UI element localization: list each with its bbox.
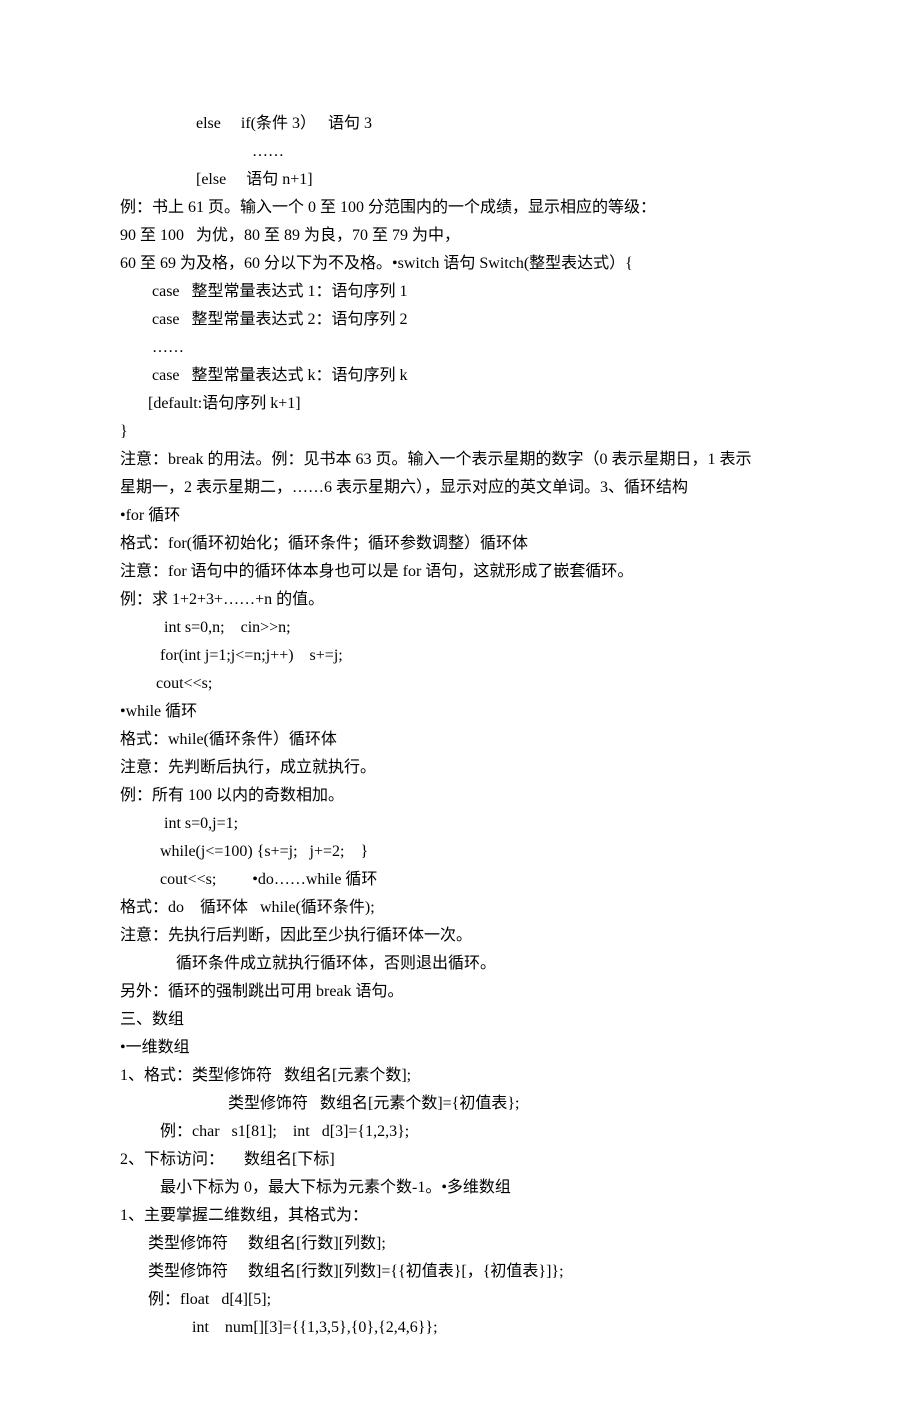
text-line: } (120, 418, 800, 446)
text-line: 注意：先判断后执行，成立就执行。 (120, 754, 800, 782)
text-line: 三、数组 (120, 1006, 800, 1034)
text-line: cout<<s; •do……while 循环 (120, 866, 800, 894)
text-line: …… (120, 138, 800, 166)
text-line: case 整型常量表达式 1：语句序列 1 (120, 278, 800, 306)
text-line: while(j<=100) {s+=j; j+=2; } (120, 838, 800, 866)
text-line: case 整型常量表达式 2：语句序列 2 (120, 306, 800, 334)
text-line: 格式：for(循环初始化；循环条件；循环参数调整）循环体 (120, 530, 800, 558)
text-line: 例：求 1+2+3+……+n 的值。 (120, 586, 800, 614)
text-line: else if(条件 3） 语句 3 (120, 110, 800, 138)
text-line: 类型修饰符 数组名[元素个数]={初值表}; (120, 1090, 800, 1118)
text-line: 例：书上 61 页。输入一个 0 至 100 分范围内的一个成绩，显示相应的等级… (120, 194, 800, 222)
text-line: 另外：循环的强制跳出可用 break 语句。 (120, 978, 800, 1006)
document-page: else if(条件 3） 语句 3 …… [else 语句 n+1]例：书上 … (0, 0, 920, 1402)
text-line: •一维数组 (120, 1034, 800, 1062)
text-line: 注意：先执行后判断，因此至少执行循环体一次。 (120, 922, 800, 950)
text-line: 循环条件成立就执行循环体，否则退出循环。 (120, 950, 800, 978)
text-line: [default:语句序列 k+1] (120, 390, 800, 418)
text-line: 60 至 69 为及格，60 分以下为不及格。•switch 语句 Switch… (120, 250, 800, 278)
text-line: •for 循环 (120, 502, 800, 530)
text-line: 格式：do 循环体 while(循环条件); (120, 894, 800, 922)
text-line: 类型修饰符 数组名[行数][列数]; (120, 1230, 800, 1258)
text-line: 类型修饰符 数组名[行数][列数]={{初值表}[，{初值表}]}; (120, 1258, 800, 1286)
text-line: 注意：break 的用法。例：见书本 63 页。输入一个表示星期的数字（0 表示… (120, 446, 800, 474)
text-line: 例：char s1[81]; int d[3]={1,2,3}; (120, 1118, 800, 1146)
text-line: 最小下标为 0，最大下标为元素个数-1。•多维数组 (120, 1174, 800, 1202)
text-line: cout<<s; (120, 670, 800, 698)
text-line: 1、格式：类型修饰符 数组名[元素个数]; (120, 1062, 800, 1090)
text-line: case 整型常量表达式 k：语句序列 k (120, 362, 800, 390)
text-line: •while 循环 (120, 698, 800, 726)
text-line: int s=0,n; cin>>n; (120, 614, 800, 642)
text-line: 1、主要掌握二维数组，其格式为： (120, 1202, 800, 1230)
text-line: …… (120, 334, 800, 362)
text-line: 格式：while(循环条件）循环体 (120, 726, 800, 754)
text-line: for(int j=1;j<=n;j++) s+=j; (120, 642, 800, 670)
text-line: 2、下标访问： 数组名[下标] (120, 1146, 800, 1174)
text-line: int num[][3]={{1,3,5},{0},{2,4,6}}; (120, 1314, 800, 1342)
text-line: 例：所有 100 以内的奇数相加。 (120, 782, 800, 810)
text-line: 星期一，2 表示星期二，……6 表示星期六），显示对应的英文单词。3、循环结构 (120, 474, 800, 502)
text-line: 例：float d[4][5]; (120, 1286, 800, 1314)
text-line: 注意：for 语句中的循环体本身也可以是 for 语句，这就形成了嵌套循环。 (120, 558, 800, 586)
text-line: int s=0,j=1; (120, 810, 800, 838)
text-line: [else 语句 n+1] (120, 166, 800, 194)
text-line: 90 至 100 为优，80 至 89 为良，70 至 79 为中， (120, 222, 800, 250)
